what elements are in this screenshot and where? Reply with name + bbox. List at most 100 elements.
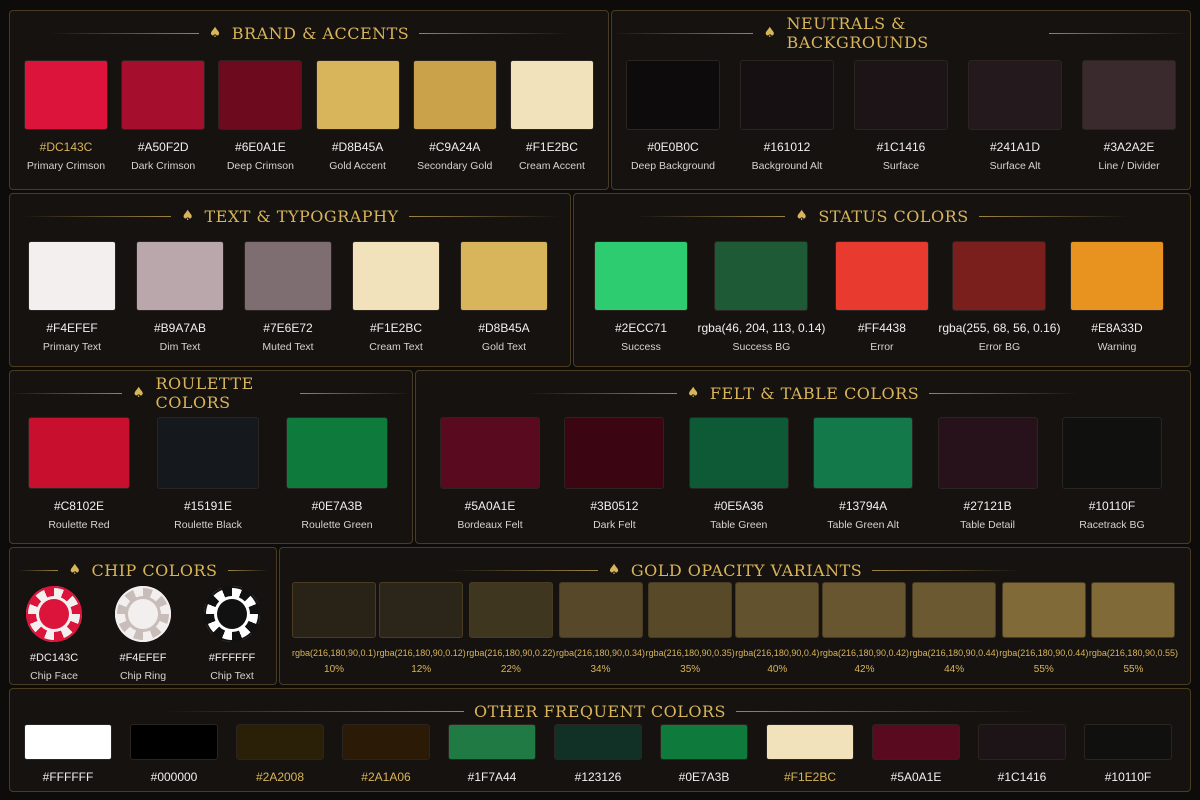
color-swatch: #2ECC71 Success — [594, 241, 688, 353]
color-swatch: #0E0B0C Deep Background — [626, 60, 720, 172]
color-label: 34% — [590, 664, 611, 675]
color-swatch: rgba(216,180,90,0.35) 35% — [646, 582, 735, 675]
color-label: Cream Text — [369, 341, 423, 353]
color-box — [286, 417, 388, 489]
color-code: #27121B — [963, 499, 1012, 513]
section-title: BRAND & ACCENTS — [231, 23, 410, 43]
color-label: Cream Accent — [518, 160, 585, 172]
panel-title: ♠ CHIP COLORS — [10, 560, 276, 580]
color-box — [136, 241, 224, 311]
color-box — [937, 417, 1038, 489]
section-title: CHIP COLORS — [91, 560, 218, 580]
color-box — [130, 724, 218, 760]
poker-chip-icon — [26, 586, 82, 642]
color-code: rgba(255, 68, 56, 0.16) — [938, 321, 1061, 335]
color-swatch: #27121B Table Detail — [937, 417, 1038, 531]
color-code: rgba(216,180,90,0.12) — [376, 648, 466, 658]
color-code: #F1E2BC — [783, 770, 837, 784]
chip-center — [39, 599, 69, 629]
color-box — [558, 582, 643, 638]
color-label: Error BG — [978, 341, 1021, 353]
color-code: #F4EFEF — [46, 321, 98, 335]
color-swatch: #2A2008 — [236, 724, 324, 784]
section-title: OTHER FREQUENT COLORS — [473, 701, 727, 721]
color-box — [412, 60, 497, 130]
color-swatch: rgba(216,180,90,0.55) 55% — [1089, 582, 1178, 675]
color-code: #2ECC71 — [614, 321, 668, 335]
color-code: rgba(216,180,90,0.35) — [645, 648, 735, 658]
color-swatch: #123126 — [554, 724, 642, 784]
color-box — [660, 724, 748, 760]
color-label: Gold Text — [481, 341, 527, 353]
color-label: Roulette Green — [301, 519, 373, 531]
color-code: rgba(46, 204, 113, 0.14) — [697, 321, 826, 335]
color-box — [1069, 241, 1164, 311]
color-swatch: rgba(216,180,90,0.12) 12% — [377, 582, 466, 675]
swatch-row: #5A0A1E Bordeaux Felt #3B0512 Dark Felt #0E5… — [440, 417, 1162, 531]
color-code: #0E0B0C — [647, 140, 699, 154]
swatch-row: #2ECC71 Success rgba(46, 204, 113, 0.14) Su… — [594, 241, 1164, 353]
color-code: #B9A7AB — [153, 321, 207, 335]
spade-icon: ♠ — [686, 385, 700, 401]
color-label: 44% — [944, 664, 965, 675]
color-code: #1C1416 — [876, 140, 926, 154]
color-box — [854, 60, 948, 130]
color-box — [468, 582, 553, 638]
color-code: #7E6E72 — [263, 321, 313, 335]
color-code: rgba(216,180,90,0.1) — [292, 648, 377, 658]
color-code: #0E7A3B — [311, 499, 363, 513]
color-code: #6E0A1E — [235, 140, 286, 154]
panel-chip-colors: ♠ CHIP COLORS #DC143C Chip Face #F4EFEF Chi… — [9, 547, 277, 685]
color-swatch: #0E5A36 Table Green — [688, 417, 789, 531]
swatch-row: #C8102E Roulette Red #15191E Roulette Black… — [28, 417, 388, 531]
color-code: #D8B45A — [331, 140, 384, 154]
color-box — [766, 724, 854, 760]
panel-gold-opacity-variants: ♠ GOLD OPACITY VARIANTS rgba(216,180,90,… — [279, 547, 1191, 685]
color-swatch: rgba(216,180,90,0.44) 55% — [999, 582, 1088, 675]
section-title: TEXT & TYPOGRAPHY — [204, 206, 399, 226]
color-swatch: #0E7A3B Roulette Green — [286, 417, 388, 531]
color-swatch: #5A0A1E Bordeaux Felt — [440, 417, 540, 531]
chip-center — [128, 599, 158, 629]
color-code: rgba(216,180,90,0.4) — [735, 648, 820, 658]
panel-title: ♠ FELT & TABLE COLORS — [416, 383, 1190, 403]
color-box — [24, 724, 112, 760]
color-box — [626, 60, 720, 130]
color-code: #C9A24A — [429, 140, 481, 154]
section-title: ROULETTE COLORS — [155, 374, 254, 412]
color-box — [968, 60, 1062, 130]
color-label: Chip Text — [210, 670, 254, 682]
spade-icon: ♠ — [795, 208, 809, 224]
color-label: Chip Face — [30, 670, 78, 682]
color-swatch: #F1E2BC — [766, 724, 854, 784]
spade-icon: ♠ — [763, 25, 777, 41]
color-code: #161012 — [763, 140, 811, 154]
color-label: Roulette Red — [48, 519, 110, 531]
color-swatch: rgba(216,180,90,0.34) 34% — [556, 582, 645, 675]
color-swatch: rgba(216,180,90,0.42) 42% — [820, 582, 909, 675]
color-label: Dark Felt — [593, 519, 636, 531]
chip-center — [217, 599, 247, 629]
color-label: 35% — [680, 664, 701, 675]
color-code: #2A2008 — [255, 770, 305, 784]
color-code: #A50F2D — [137, 140, 189, 154]
color-label: Primary Crimson — [26, 160, 106, 172]
color-code: #123126 — [574, 770, 622, 784]
color-code: rgba(216,180,90,0.22) — [466, 648, 556, 658]
color-swatch: #6E0A1E Deep Crimson — [218, 60, 303, 172]
color-swatch: #3B0512 Dark Felt — [564, 417, 665, 531]
color-box — [292, 582, 377, 638]
swatch-row: #FFFFFF #000000 #2A2008 #2A1A06 #1F7A44 #1231… — [24, 724, 1172, 784]
color-box — [564, 417, 665, 489]
spade-icon: ♠ — [607, 562, 621, 578]
panel-title: ♠ GOLD OPACITY VARIANTS — [280, 560, 1190, 580]
color-label: 55% — [1033, 664, 1054, 675]
color-label: Background Alt — [751, 160, 823, 172]
color-swatch: #15191E Roulette Black — [157, 417, 259, 531]
panel-roulette-colors: ♠ ROULETTE COLORS #C8102E Roulette Red #15… — [9, 370, 413, 544]
color-swatch: #DC143C Primary Crimson — [24, 60, 108, 172]
color-swatch: #D8B45A Gold Accent — [315, 60, 400, 172]
color-box — [822, 582, 907, 638]
color-swatch: #C8102E Roulette Red — [28, 417, 130, 531]
spade-icon: ♠ — [68, 562, 82, 578]
